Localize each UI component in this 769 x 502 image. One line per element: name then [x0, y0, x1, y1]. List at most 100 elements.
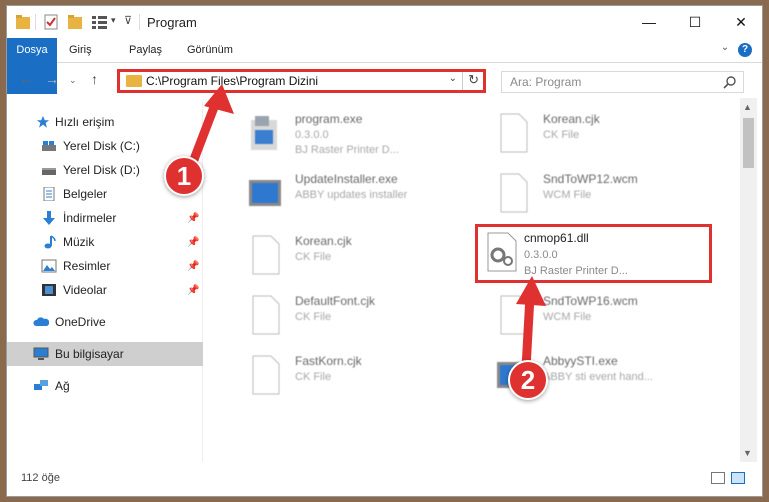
document-icon: [252, 235, 280, 275]
file-item[interactable]: FastKorn.cjk CK File: [227, 348, 467, 404]
file-detail: CK File: [295, 311, 332, 323]
minimize-button[interactable]: —: [626, 6, 672, 38]
pin-icon[interactable]: 📌: [187, 237, 199, 248]
sidebar-item-label: Ağ: [55, 379, 70, 393]
sidebar-item-label: OneDrive: [55, 315, 106, 329]
qa-dropdown-icon[interactable]: ▾: [111, 15, 116, 26]
music-icon: [44, 235, 56, 249]
sidebar-item-label: Bu bilgisayar: [55, 347, 124, 361]
file-item[interactable]: Korean.cjk CK File: [475, 106, 715, 162]
sidebar-item-label: İndirmeler: [63, 211, 117, 225]
drive-icon: [42, 141, 56, 151]
customize-qa-icon[interactable]: ⊽: [124, 14, 132, 27]
file-detail: BJ Raster Printer D...: [295, 144, 399, 156]
back-icon[interactable]: ←: [19, 71, 33, 87]
sidebar-item-quick-access[interactable]: Hızlı erişim: [7, 110, 203, 134]
explorer-window: ▾ ⊽ Program — ☐ ✕ Dosya Giriş Paylaş Gör…: [6, 5, 763, 497]
file-item[interactable]: DefaultFont.cjk CK File: [227, 288, 467, 344]
sidebar-item-music[interactable]: Müzik 📌: [7, 230, 203, 254]
expand-ribbon-icon[interactable]: ⌄: [718, 42, 732, 56]
scroll-up-icon[interactable]: ▲: [743, 102, 752, 112]
exe-file-icon: [251, 116, 277, 150]
maximize-icon: ☐: [688, 13, 702, 30]
pin-icon[interactable]: 📌: [187, 261, 199, 272]
file-name: SndToWP16.wcm: [543, 294, 638, 308]
pin-icon[interactable]: 📌: [187, 285, 199, 296]
search-icon[interactable]: [723, 75, 737, 89]
file-name: program.exe: [295, 112, 363, 126]
navigation-pane: Hızlı erişim Yerel Disk (C:) Yerel Disk …: [7, 102, 203, 462]
tab-home[interactable]: Giriş: [59, 38, 102, 63]
search-input[interactable]: Ara: Program: [501, 71, 744, 93]
sidebar-item-videos[interactable]: Videolar 📌: [7, 278, 203, 302]
sidebar-item-onedrive[interactable]: OneDrive: [7, 310, 203, 334]
file-detail: CK File: [295, 251, 332, 263]
file-item[interactable]: Korean.cjk CK File: [227, 228, 467, 284]
document-icon: [252, 295, 280, 335]
help-icon[interactable]: ?: [738, 43, 752, 57]
file-detail: WCM File: [543, 311, 592, 323]
forward-icon[interactable]: →: [45, 71, 59, 87]
folder-icon: [16, 15, 30, 29]
document-icon: [252, 355, 280, 395]
sidebar-item-this-pc[interactable]: Bu bilgisayar: [7, 342, 203, 366]
sidebar-item-label: Yerel Disk (D:): [63, 163, 140, 177]
sidebar-item-network[interactable]: Ağ: [7, 374, 203, 398]
file-item[interactable]: SndToWP16.wcm WCM File: [475, 288, 715, 344]
scroll-down-icon[interactable]: ▼: [743, 448, 752, 458]
refresh-icon[interactable]: ↻: [468, 72, 479, 88]
maximize-button[interactable]: ☐: [672, 6, 718, 38]
file-detail: ABBY updates installer: [295, 189, 408, 201]
view-toggle-icon[interactable]: [91, 13, 109, 31]
address-path[interactable]: C:\Program Files\Program Dizini: [146, 74, 318, 88]
address-bar[interactable]: C:\Program Files\Program Dizini ⌄ ↻: [117, 69, 486, 93]
up-icon[interactable]: ↑: [91, 71, 98, 87]
sidebar-item-label: Yerel Disk (C:): [63, 139, 140, 153]
step-1-badge: 1: [164, 156, 204, 196]
tab-view[interactable]: Görünüm: [177, 38, 243, 63]
sidebar-item-downloads[interactable]: İndirmeler 📌: [7, 206, 203, 230]
tiles-view-button[interactable]: [731, 472, 745, 484]
title-bar: ▾ ⊽ Program — ☐ ✕: [7, 6, 762, 38]
close-button[interactable]: ✕: [718, 6, 762, 38]
file-name: SndToWP12.wcm: [543, 172, 638, 186]
minimize-icon: —: [642, 14, 656, 30]
documents-icon: [43, 187, 55, 201]
file-item[interactable]: SndToWP12.wcm WCM File: [475, 166, 715, 222]
address-dropdown-icon[interactable]: ⌄: [449, 73, 457, 84]
file-item[interactable]: program.exe 0.3.0.0 BJ Raster Printer D.…: [227, 106, 467, 162]
sidebar-item-label: Resimler: [63, 259, 111, 273]
step-2-badge: 2: [508, 360, 548, 400]
sidebar-item-label: Belgeler: [63, 187, 108, 201]
file-description: BJ Raster Printer D...: [524, 265, 628, 277]
file-item[interactable]: UpdateInstaller.exe ABBY updates install…: [227, 166, 467, 222]
file-detail: CK File: [543, 129, 580, 141]
file-name: DefaultFont.cjk: [295, 294, 376, 308]
file-version: 0.3.0.0: [524, 249, 558, 261]
recent-locations-icon[interactable]: ⌄: [69, 75, 77, 86]
sidebar-item-disk-c[interactable]: Yerel Disk (C:): [7, 134, 203, 158]
file-name: FastKorn.cjk: [295, 354, 362, 368]
window-title: Program: [147, 15, 197, 30]
scroll-thumb[interactable]: [743, 118, 754, 168]
status-bar: 112 öğe: [7, 464, 762, 494]
video-icon: [42, 284, 56, 296]
sidebar-item-pictures[interactable]: Resimler 📌: [7, 254, 203, 278]
file-name: AbbyySTI.exe: [543, 354, 618, 368]
vertical-scrollbar[interactable]: ▲ ▼: [740, 98, 757, 462]
pictures-icon: [41, 259, 57, 273]
file-name: UpdateInstaller.exe: [295, 172, 398, 186]
tab-share[interactable]: Paylaş: [119, 38, 172, 63]
properties-icon[interactable]: [43, 13, 59, 31]
details-view-button[interactable]: [711, 472, 725, 484]
file-name: Korean.cjk: [543, 112, 600, 126]
document-icon: [500, 295, 528, 335]
file-name: Korean.cjk: [295, 234, 352, 248]
file-detail: CK File: [295, 371, 332, 383]
drive-icon: [42, 168, 56, 175]
sidebar-item-label: Hızlı erişim: [55, 115, 115, 129]
new-folder-icon[interactable]: [67, 13, 83, 31]
pin-icon[interactable]: 📌: [187, 213, 199, 224]
highlighted-file-item[interactable]: cnmop61.dll 0.3.0.0 BJ Raster Printer D.…: [475, 224, 712, 283]
network-icon: [34, 380, 48, 390]
